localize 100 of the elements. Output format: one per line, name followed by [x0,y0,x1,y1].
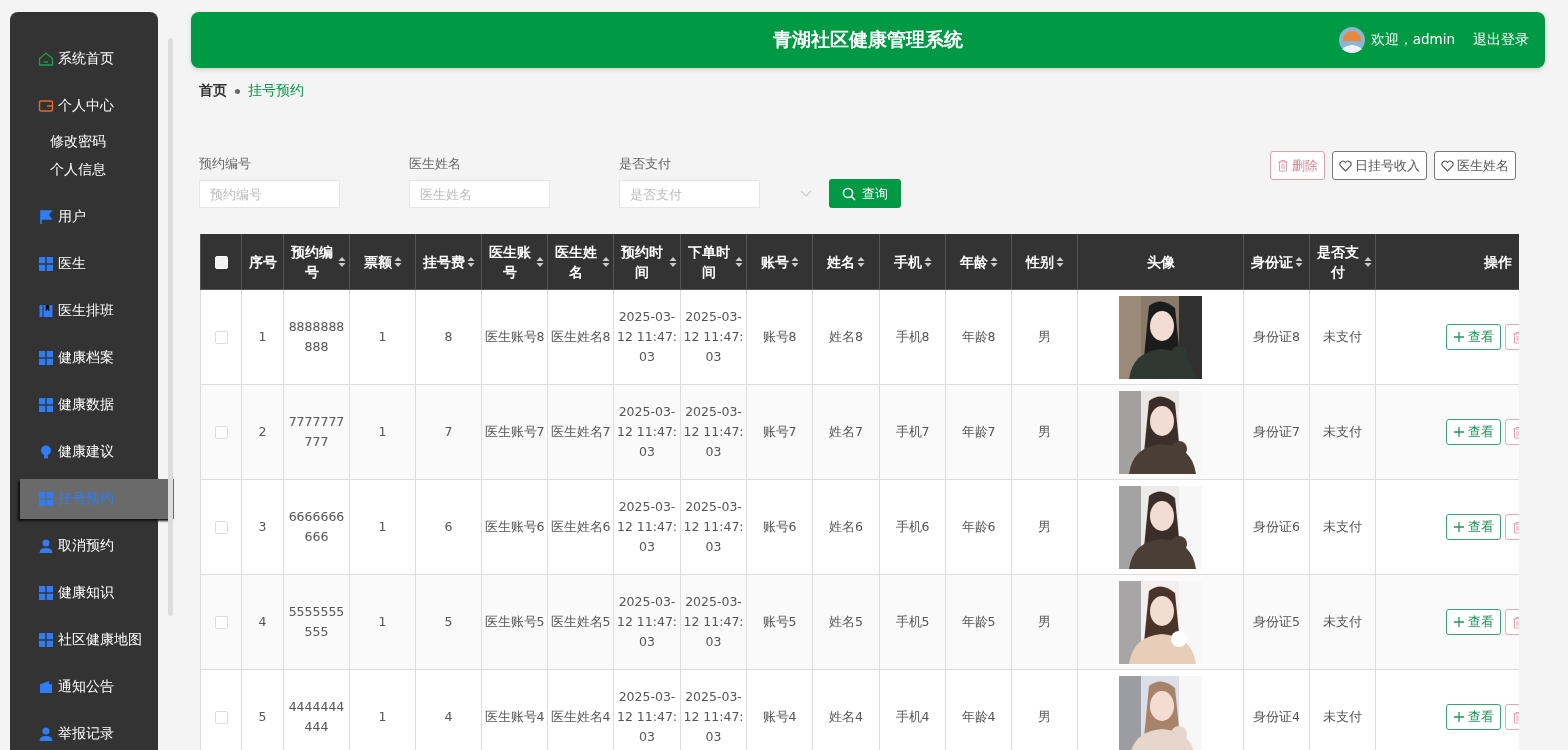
plus-icon [1453,711,1465,723]
input-field[interactable]: 医生姓名 [409,180,550,208]
view-button[interactable]: 查看 [1446,609,1501,635]
row-checkbox[interactable] [214,616,228,629]
view-button[interactable]: 查看 [1446,419,1501,445]
logout-link[interactable]: 退出登录 [1473,31,1529,49]
sidebar-item[interactable]: 社区健康地图 [10,620,158,660]
table-cell: 男 [1038,424,1051,439]
sidebar-item[interactable]: 通知公告 [10,667,158,707]
trash-icon [1277,159,1289,172]
sort-icon[interactable] [602,255,610,268]
column-header: 序号 [248,252,277,272]
view-button[interactable]: 查看 [1446,704,1501,730]
table-cell: 账号5 [762,614,797,629]
table-cell: 医生姓名4 [550,709,611,724]
table-cell: 未支付 [1323,519,1362,534]
view-button[interactable]: 查看 [1446,514,1501,540]
sidebar-item[interactable]: 举报记录 [10,714,158,750]
table-cell: 姓名7 [829,424,863,439]
column-header: 预约时间 [619,242,664,282]
sort-icon[interactable] [1055,255,1064,268]
book-icon [38,303,54,319]
sidebar-item[interactable]: 健康档案 [10,338,158,378]
scrollbar[interactable] [168,38,173,616]
column-header: 票额 [363,252,392,272]
sort-icon[interactable] [338,255,346,268]
sort-icon[interactable] [536,255,544,268]
table-cell: 手机4 [895,709,930,724]
sidebar-item[interactable]: 系统首页 [10,39,158,79]
table-cell: 账号7 [762,424,797,439]
grid-icon [38,397,54,413]
table-cell: 医生账号5 [484,614,545,629]
sidebar-item[interactable]: 健康建议 [10,432,158,472]
sidebar-item[interactable]: 取消预约 [10,526,158,566]
chart-button[interactable]: 日挂号收入 [1332,151,1427,180]
select-all-checkbox[interactable] [214,256,228,269]
sort-icon[interactable] [857,255,865,268]
table-cell: 姓名6 [829,519,863,534]
sidebar-item[interactable]: 健康数据 [10,385,158,425]
input-field[interactable]: 预约编号 [199,180,340,208]
home-icon [38,51,54,67]
table-cell: 账号8 [762,329,797,344]
row-checkbox[interactable] [214,711,228,724]
table-cell: 2 [258,424,267,439]
table-cell: 姓名8 [829,329,863,344]
sidebar-item[interactable]: 医生 [10,244,158,284]
table-cell: 4444444444 [288,699,345,734]
welcome-text: 欢迎，admin [1370,31,1455,49]
chart-button[interactable]: 医生姓名 [1434,151,1516,180]
table-cell: 5 [258,709,267,724]
breadcrumb-separator [235,88,240,94]
sort-icon[interactable] [1364,255,1372,268]
column-header: 预约编号 [289,242,334,282]
column-header: 挂号费 [422,252,465,272]
table-cell: 账号6 [762,519,797,534]
table-cell: 医生姓名8 [550,329,611,344]
row-checkbox[interactable] [214,426,228,439]
sidebar-subitem[interactable]: 修改密码 [10,127,158,155]
search-button[interactable]: 查询 [829,179,901,208]
sort-icon[interactable] [393,255,402,268]
column-header: 姓名 [827,252,855,272]
sidebar-item[interactable]: 健康知识 [10,573,158,613]
field-label: 预约编号 [199,155,252,173]
row-checkbox[interactable] [214,331,228,344]
table-cell: 1 [378,519,387,534]
sort-icon[interactable] [923,255,932,268]
sort-icon[interactable] [790,255,799,268]
sidebar-item[interactable]: 个人中心 [10,86,158,126]
table-cell: 2025-03-12 11:47:03 [683,404,744,459]
table-cell: 男 [1038,519,1051,534]
table-cell: 8 [444,329,453,344]
table-cell: 未支付 [1323,709,1362,724]
table-cell: 身份证8 [1253,329,1300,344]
table-cell: 医生姓名6 [550,519,611,534]
sort-icon[interactable] [669,255,677,268]
table-cell: 1 [258,329,267,344]
view-button[interactable]: 查看 [1446,324,1501,350]
sidebar-item[interactable]: 医生排班 [10,291,158,331]
table-cell: 2025-03-12 11:47:03 [683,309,744,364]
row-checkbox[interactable] [214,521,228,534]
table-cell: 账号4 [762,709,797,724]
select-field[interactable]: 是否支付 [619,180,760,208]
table-cell: 手机6 [895,519,930,534]
table-cell: 4 [258,614,267,629]
breadcrumb-item[interactable]: 首页 [199,82,227,100]
table-cell: 年龄8 [961,329,996,344]
heart-icon [1441,159,1454,172]
sort-icon[interactable] [1294,255,1303,268]
table-cell: 未支付 [1323,424,1362,439]
sort-icon[interactable] [466,255,475,268]
breadcrumb-item[interactable]: 挂号预约 [248,82,304,100]
table-cell: 医生姓名5 [550,614,611,629]
sidebar-item[interactable]: 用户 [10,197,158,237]
table-cell: 身份证7 [1253,424,1300,439]
column-header: 年龄 [959,252,988,272]
plus-icon [1453,331,1465,343]
table-cell: 2025-03-12 11:47:03 [616,594,678,649]
sort-icon[interactable] [735,255,743,268]
sidebar-subitem[interactable]: 个人信息 [10,155,158,183]
sort-icon[interactable] [989,255,998,268]
